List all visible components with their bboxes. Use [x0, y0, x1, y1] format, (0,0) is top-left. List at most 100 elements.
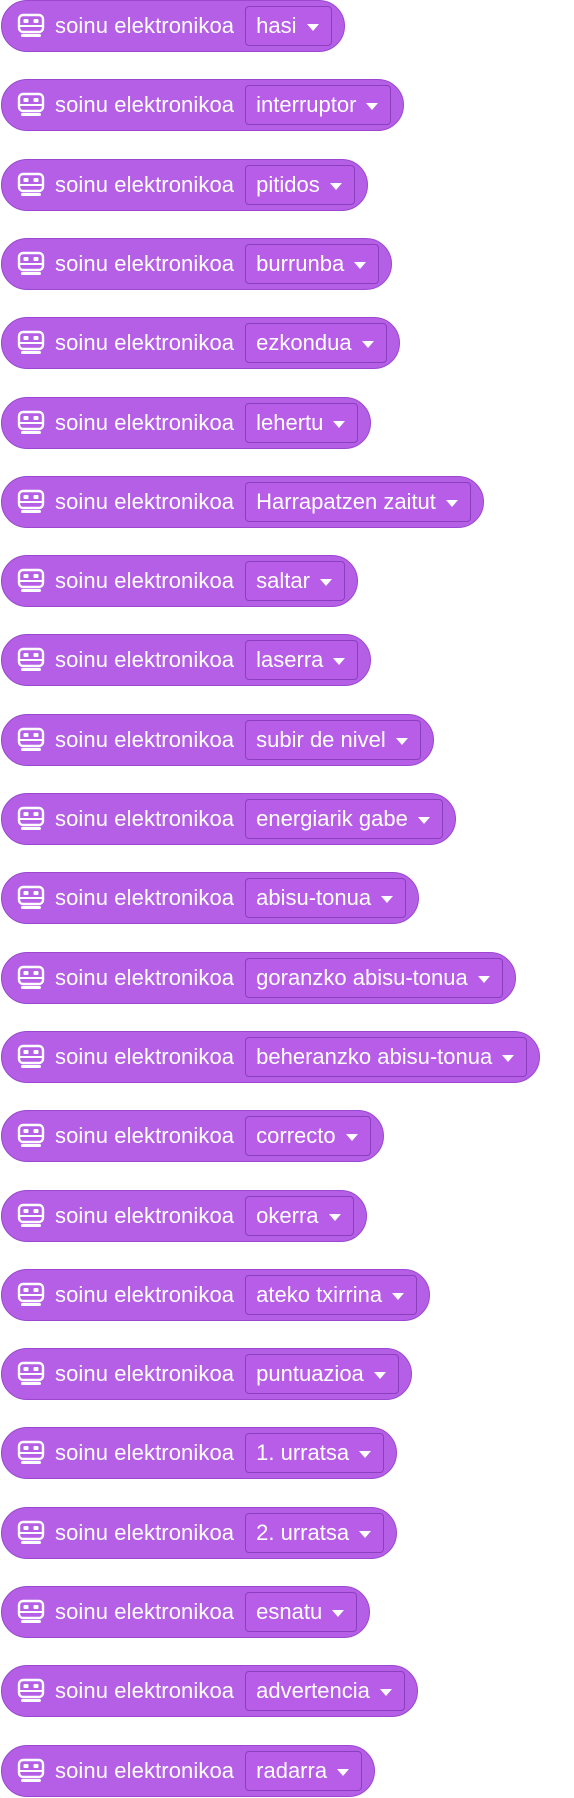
- block-label: soinu elektronikoa: [55, 1758, 235, 1783]
- sound-dropdown-value: lehertu: [256, 410, 324, 435]
- sound-dropdown[interactable]: ateko txirrina: [245, 1275, 418, 1315]
- sound-dropdown[interactable]: energiarik gabe: [245, 799, 443, 839]
- sound-dropdown[interactable]: pitidos: [245, 165, 355, 205]
- sound-dropdown-value: beheranzko abisu-tonua: [256, 1044, 493, 1069]
- sound-dropdown[interactable]: puntuazioa: [245, 1354, 399, 1394]
- sound-dropdown[interactable]: saltar: [245, 561, 345, 601]
- electronic-sound-block[interactable]: soinu elektronikoa laserra: [1, 634, 372, 686]
- electronic-sound-block[interactable]: soinu elektronikoa subir de nivel: [1, 714, 434, 766]
- electronic-sound-block[interactable]: soinu elektronikoa correcto: [1, 1110, 384, 1162]
- sound-dropdown[interactable]: laserra: [245, 640, 359, 680]
- robot-face-icon: [16, 1439, 46, 1467]
- robot-face-icon: [16, 488, 46, 516]
- sound-dropdown[interactable]: subir de nivel: [245, 720, 421, 760]
- caret-down-icon: [502, 1054, 515, 1062]
- sound-dropdown[interactable]: advertencia: [245, 1671, 405, 1711]
- electronic-sound-block[interactable]: soinu elektronikoa goranzko abisu-tonua: [1, 952, 516, 1004]
- sound-dropdown[interactable]: esnatu: [245, 1592, 358, 1632]
- sound-dropdown-value: saltar: [256, 568, 310, 593]
- sound-dropdown[interactable]: correcto: [245, 1116, 371, 1156]
- block-label: soinu elektronikoa: [55, 1361, 235, 1386]
- robot-face-icon: [16, 1122, 46, 1150]
- robot-face-icon: [16, 964, 46, 992]
- robot-face-icon: [16, 1598, 46, 1626]
- caret-down-icon: [392, 1292, 405, 1300]
- sound-dropdown-value: goranzko abisu-tonua: [256, 965, 468, 990]
- electronic-sound-block[interactable]: soinu elektronikoa beheranzko abisu-tonua: [1, 1031, 541, 1083]
- sound-dropdown[interactable]: abisu-tonua: [245, 878, 407, 918]
- sound-dropdown[interactable]: 1. urratsa: [245, 1433, 385, 1473]
- electronic-sound-block[interactable]: soinu elektronikoa energiarik gabe: [1, 793, 456, 845]
- robot-face-icon: [16, 171, 46, 199]
- caret-down-icon: [477, 975, 490, 983]
- sound-dropdown[interactable]: okerra: [245, 1196, 354, 1236]
- block-label: soinu elektronikoa: [55, 1044, 235, 1069]
- caret-down-icon: [359, 1450, 372, 1458]
- sound-dropdown-value: laserra: [256, 647, 324, 672]
- electronic-sound-block[interactable]: soinu elektronikoa ateko txirrina: [1, 1269, 431, 1321]
- sound-dropdown[interactable]: Harrapatzen zaitut: [245, 482, 471, 522]
- sound-dropdown[interactable]: 2. urratsa: [245, 1513, 385, 1553]
- sound-dropdown[interactable]: hasi: [245, 6, 332, 46]
- sound-dropdown-value: puntuazioa: [256, 1361, 364, 1386]
- sound-dropdown-value: 2. urratsa: [256, 1520, 350, 1545]
- sound-dropdown-value: abisu-tonua: [256, 885, 372, 910]
- block-label: soinu elektronikoa: [55, 251, 235, 276]
- electronic-sound-block[interactable]: soinu elektronikoa puntuazioa: [1, 1348, 412, 1400]
- block-label: soinu elektronikoa: [55, 13, 235, 38]
- caret-down-icon: [417, 816, 430, 824]
- electronic-sound-block[interactable]: soinu elektronikoa advertencia: [1, 1665, 418, 1717]
- electronic-sound-block[interactable]: soinu elektronikoa hasi: [1, 0, 345, 52]
- robot-face-icon: [16, 1202, 46, 1230]
- sound-dropdown[interactable]: burrunba: [245, 244, 380, 284]
- block-label: soinu elektronikoa: [55, 1282, 235, 1307]
- caret-down-icon: [354, 261, 367, 269]
- sound-dropdown-value: correcto: [256, 1123, 336, 1148]
- electronic-sound-block[interactable]: soinu elektronikoa radarra: [1, 1745, 376, 1797]
- electronic-sound-block[interactable]: soinu elektronikoa pitidos: [1, 159, 368, 211]
- sound-dropdown[interactable]: interruptor: [245, 85, 392, 125]
- electronic-sound-block[interactable]: soinu elektronikoa lehertu: [1, 397, 372, 449]
- electronic-sound-block[interactable]: soinu elektronikoa 1. urratsa: [1, 1427, 398, 1479]
- sound-dropdown[interactable]: beheranzko abisu-tonua: [245, 1037, 528, 1077]
- block-label: soinu elektronikoa: [55, 647, 235, 672]
- block-label: soinu elektronikoa: [55, 330, 235, 355]
- sound-dropdown-value: pitidos: [256, 172, 320, 197]
- sound-dropdown-value: okerra: [256, 1203, 319, 1228]
- caret-down-icon: [319, 578, 332, 586]
- robot-face-icon: [16, 1519, 46, 1547]
- robot-face-icon: [16, 646, 46, 674]
- robot-face-icon: [16, 1360, 46, 1388]
- electronic-sound-block[interactable]: soinu elektronikoa interruptor: [1, 79, 405, 131]
- electronic-sound-block[interactable]: soinu elektronikoa ezkondua: [1, 317, 400, 369]
- block-label: soinu elektronikoa: [55, 727, 235, 752]
- electronic-sound-block[interactable]: soinu elektronikoa burrunba: [1, 238, 393, 290]
- caret-down-icon: [306, 23, 319, 31]
- electronic-sound-block[interactable]: soinu elektronikoa Harrapatzen zaitut: [1, 476, 484, 528]
- sound-dropdown[interactable]: ezkondua: [245, 323, 387, 363]
- sound-dropdown[interactable]: goranzko abisu-tonua: [245, 958, 503, 998]
- electronic-sound-block[interactable]: soinu elektronikoa 2. urratsa: [1, 1507, 398, 1559]
- sound-dropdown[interactable]: lehertu: [245, 403, 359, 443]
- block-label: soinu elektronikoa: [55, 1599, 235, 1624]
- block-label: soinu elektronikoa: [55, 568, 235, 593]
- robot-face-icon: [16, 726, 46, 754]
- electronic-sound-block[interactable]: soinu elektronikoa okerra: [1, 1190, 367, 1242]
- block-label: soinu elektronikoa: [55, 92, 235, 117]
- electronic-sound-block[interactable]: soinu elektronikoa saltar: [1, 555, 358, 607]
- electronic-sound-block[interactable]: soinu elektronikoa esnatu: [1, 1586, 371, 1638]
- robot-face-icon: [16, 884, 46, 912]
- caret-down-icon: [329, 182, 342, 190]
- block-label: soinu elektronikoa: [55, 965, 235, 990]
- caret-down-icon: [332, 1609, 345, 1617]
- sound-dropdown[interactable]: radarra: [245, 1751, 363, 1791]
- block-label: soinu elektronikoa: [55, 172, 235, 197]
- robot-face-icon: [16, 1043, 46, 1071]
- sound-dropdown-value: advertencia: [256, 1678, 370, 1703]
- electronic-sound-block[interactable]: soinu elektronikoa abisu-tonua: [1, 872, 420, 924]
- robot-face-icon: [16, 329, 46, 357]
- block-label: soinu elektronikoa: [55, 410, 235, 435]
- robot-face-icon: [16, 1757, 46, 1785]
- robot-face-icon: [16, 1281, 46, 1309]
- caret-down-icon: [379, 1688, 392, 1696]
